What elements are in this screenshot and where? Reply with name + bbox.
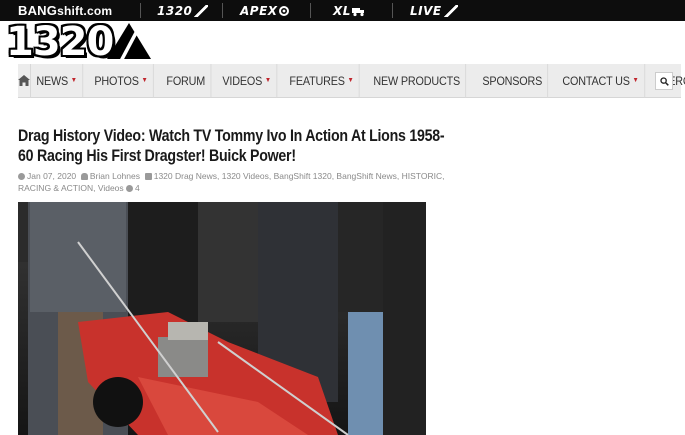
network-link-xl[interactable]: XL bbox=[333, 3, 365, 18]
caret-down-icon: ▼ bbox=[632, 77, 639, 84]
clock-icon bbox=[18, 173, 25, 180]
nav-label: NEWS bbox=[36, 73, 69, 88]
nav-item-new-products[interactable]: NEW PRODUCTS bbox=[368, 63, 467, 98]
divider bbox=[222, 3, 223, 18]
comment-count[interactable]: 4 bbox=[135, 183, 140, 193]
nav-label: NEW PRODUCTS bbox=[373, 73, 461, 88]
caret-down-icon: ▼ bbox=[264, 77, 271, 84]
nav-label: VIDEOS bbox=[222, 73, 263, 88]
network-link-label: 1320 bbox=[157, 3, 193, 18]
network-link-apex[interactable]: APEX bbox=[240, 3, 290, 18]
network-link-live[interactable]: LIVE bbox=[410, 3, 458, 18]
caret-down-icon: ▼ bbox=[70, 77, 77, 84]
nav-item-features[interactable]: FEATURES ▼ bbox=[284, 63, 360, 98]
nav-item-news[interactable]: NEWS ▼ bbox=[31, 63, 84, 98]
nav-item-contact-us[interactable]: CONTACT US ▼ bbox=[557, 63, 645, 98]
folder-icon bbox=[144, 173, 152, 180]
brand-main: BANG bbox=[18, 3, 58, 18]
search-button[interactable] bbox=[655, 72, 673, 90]
nav-item-sponsors[interactable]: SPONSORS bbox=[477, 63, 549, 98]
site-logo[interactable]: 1320 bbox=[6, 19, 152, 65]
nav-label: CONTACT US bbox=[562, 73, 630, 88]
video-still-image bbox=[18, 202, 426, 435]
nav-label: FORUM bbox=[166, 73, 206, 88]
bangshift-brand-link[interactable]: BANGshift.com bbox=[18, 3, 112, 18]
brand-tail: shift.com bbox=[57, 4, 113, 18]
divider bbox=[140, 3, 141, 18]
article-author-link[interactable]: Brian Lohnes bbox=[90, 171, 140, 181]
truck-icon bbox=[351, 7, 364, 16]
nav-label: SPONSORS bbox=[482, 73, 543, 88]
network-link-label: LIVE bbox=[410, 3, 442, 18]
divider bbox=[310, 3, 311, 18]
nav-label: FEATURES bbox=[289, 73, 345, 88]
logo-text: 1320 bbox=[6, 19, 114, 65]
home-icon bbox=[18, 75, 30, 86]
network-link-label: XL bbox=[333, 3, 351, 18]
user-icon bbox=[80, 173, 88, 180]
network-link-1320[interactable]: 1320 bbox=[157, 3, 209, 18]
nav-label: PHOTOS bbox=[94, 73, 139, 88]
network-link-label: APEX bbox=[240, 3, 278, 18]
comment-icon bbox=[126, 185, 134, 192]
nav-item-forum[interactable]: FORUM bbox=[161, 63, 212, 98]
caret-down-icon: ▼ bbox=[141, 77, 148, 84]
article-title: Drag History Video: Watch TV Tommy Ivo I… bbox=[18, 127, 445, 165]
nav-item-photos[interactable]: PHOTOS ▼ bbox=[89, 63, 154, 98]
gear-icon bbox=[278, 5, 289, 16]
search-icon bbox=[659, 76, 669, 86]
nav-home[interactable] bbox=[18, 63, 31, 98]
caret-down-icon: ▼ bbox=[347, 77, 354, 84]
logo-triangle-icon bbox=[107, 23, 152, 59]
video-player[interactable] bbox=[18, 202, 426, 435]
article-meta: Jan 07, 2020 Brian Lohnes 1320 Drag News… bbox=[18, 170, 463, 194]
divider bbox=[392, 3, 393, 18]
nav-item-videos[interactable]: VIDEOS ▼ bbox=[217, 63, 278, 98]
article-date: Jan 07, 2020 bbox=[27, 171, 77, 181]
slash-icon bbox=[194, 4, 209, 17]
slash-icon bbox=[443, 4, 458, 17]
main-nav: NEWS ▼ PHOTOS ▼ FORUM VIDEOS ▼ FEATURES ▼ NE… bbox=[18, 63, 685, 98]
